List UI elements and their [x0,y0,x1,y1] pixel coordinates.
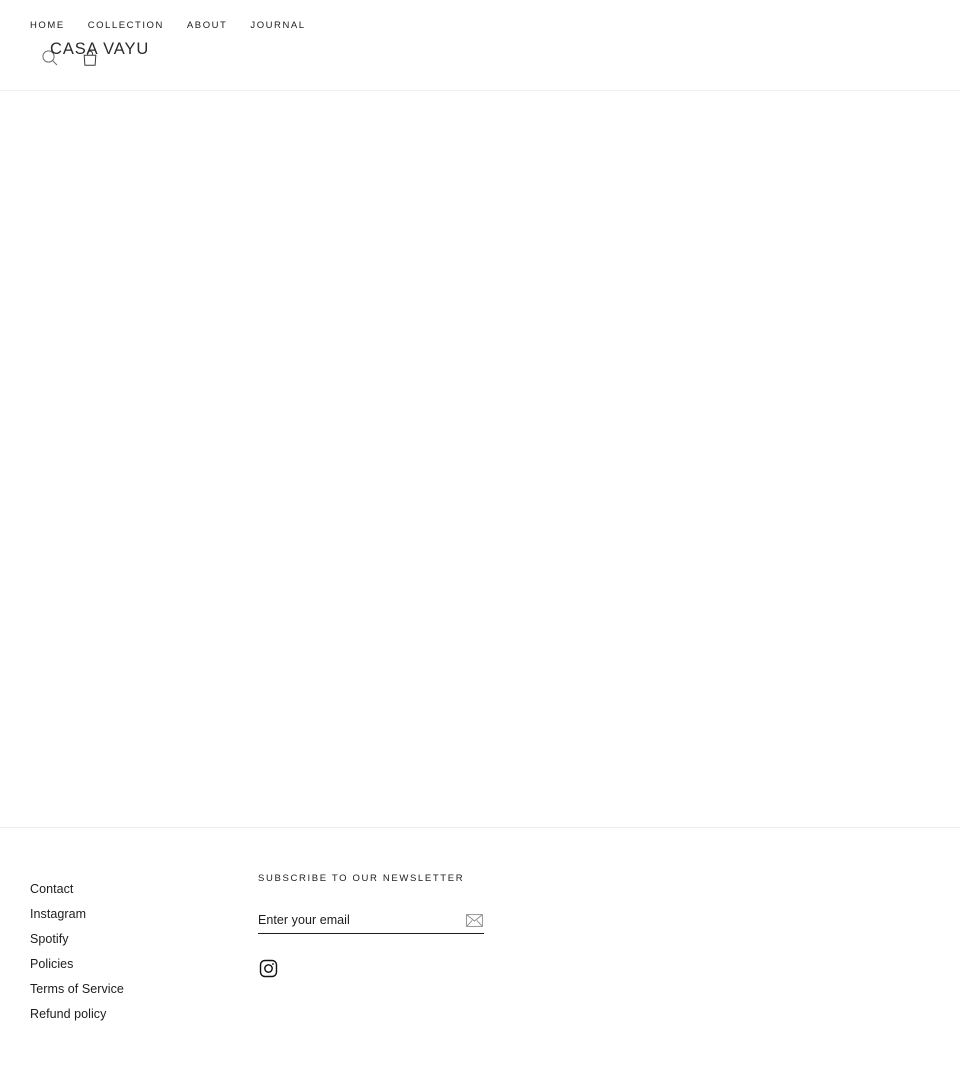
newsletter-submit-button[interactable] [463,909,485,931]
main-navigation: HOME COLLECTION ABOUT JOURNAL [30,18,306,33]
site-logo[interactable]: CASA VAYU [50,39,149,60]
footer-link-terms-of-service[interactable]: Terms of Service [30,977,124,1002]
envelope-icon [465,913,483,927]
footer-link-spotify[interactable]: Spotify [30,927,124,952]
newsletter-email-input[interactable] [258,908,454,932]
footer-link-policies[interactable]: Policies [30,952,124,977]
nav-item-collection[interactable]: COLLECTION [88,18,164,33]
newsletter-section: SUBSCRIBE TO OUR NEWSLETTER [258,872,488,978]
site-footer: Contact Instagram Spotify Policies Terms… [0,827,960,1077]
newsletter-form [258,908,484,934]
social-link-list [258,958,488,978]
newsletter-heading: SUBSCRIBE TO OUR NEWSLETTER [258,873,465,884]
instagram-icon [259,959,278,978]
footer-link-instagram[interactable]: Instagram [30,902,124,927]
social-link-instagram[interactable] [258,958,278,978]
nav-item-about[interactable]: ABOUT [187,18,227,33]
footer-link-list: Contact Instagram Spotify Policies Terms… [30,877,124,1027]
footer-link-refund-policy[interactable]: Refund policy [30,1002,124,1027]
nav-item-journal[interactable]: JOURNAL [250,18,305,33]
nav-item-home[interactable]: HOME [30,18,65,33]
footer-link-contact[interactable]: Contact [30,877,124,902]
main-content-area [0,91,960,827]
site-header: HOME COLLECTION ABOUT JOURNAL CASA VAYU [0,0,960,91]
